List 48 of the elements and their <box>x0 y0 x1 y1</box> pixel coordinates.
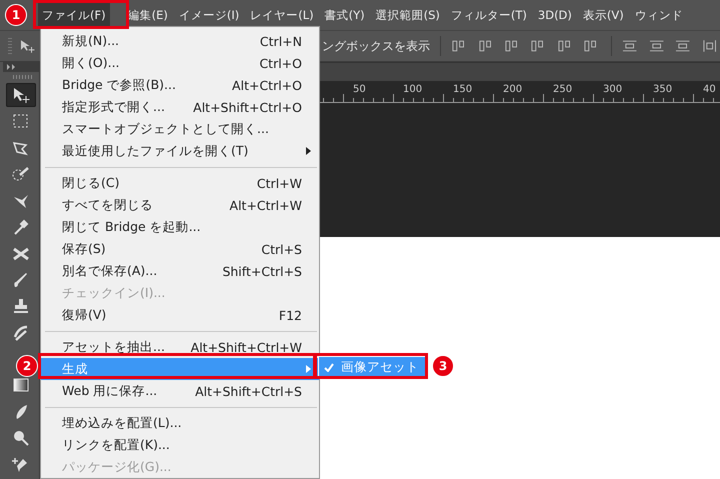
ruler-label: 350 <box>653 84 672 95</box>
menu-item[interactable]: 閉じて Bridge を起動... <box>41 216 319 238</box>
ruler-label: 300 <box>603 84 622 95</box>
menu-bar-item[interactable]: 3D(D) <box>534 3 576 27</box>
menu-bar-item[interactable]: イメージ(I) <box>174 2 244 28</box>
move-tool-button[interactable] <box>6 82 36 107</box>
menu-bar-item[interactable]: レイヤー(L) <box>246 2 318 28</box>
align-icon[interactable] <box>583 39 598 53</box>
menu-bar-item[interactable]: 書式(Y) <box>320 2 369 28</box>
menu-item[interactable]: 最近使用したファイルを開く(T) <box>41 140 319 162</box>
menu-item[interactable]: すべてを閉じる Alt+Ctrl+W <box>41 194 319 216</box>
menu-bar-item[interactable]: ファイル(F) <box>38 2 110 28</box>
ruler-label: 150 <box>453 84 472 95</box>
align-icon[interactable] <box>504 39 520 53</box>
menu-item[interactable]: Bridge で参照(B)... Alt+Ctrl+O <box>41 74 319 96</box>
ruler-label: 40 <box>703 84 716 95</box>
ruler-label: 100 <box>403 84 422 95</box>
menu-item[interactable]: 開く(O)... Ctrl+O <box>41 52 319 74</box>
menu-item[interactable]: 復帰(V) F12 <box>41 304 319 326</box>
menu-item[interactable]: 指定形式で開く... Alt+Shift+Ctrl+O <box>41 96 319 118</box>
menu-item[interactable]: 新規(N)... Ctrl+N <box>41 30 319 52</box>
grip-icon <box>8 37 12 55</box>
distribute-icon[interactable] <box>622 39 638 53</box>
distribute-icon[interactable] <box>702 39 718 53</box>
menu-bar-item[interactable]: 選択範囲(S) <box>372 2 444 28</box>
menu-item[interactable]: リンクを配置(K)... <box>41 434 319 456</box>
ruler-label: 50 <box>353 84 366 95</box>
distribute-icon[interactable] <box>675 39 691 53</box>
menu-item[interactable]: スマートオブジェクトとして開く... <box>41 118 319 140</box>
ruler-label: 200 <box>503 84 522 95</box>
menu-bar-item[interactable]: フィルター(T) <box>446 2 531 28</box>
menu-item[interactable]: アセットを抽出... Alt+Shift+Ctrl+W <box>41 336 319 358</box>
menu-item[interactable]: 別名で保存(A)... Shift+Ctrl+S <box>41 260 319 282</box>
ruler-label: 250 <box>553 84 572 95</box>
align-icon[interactable] <box>451 39 467 53</box>
grip-icon <box>10 74 32 79</box>
menu-bar-item[interactable]: 表示(V) <box>578 2 628 28</box>
align-icon[interactable] <box>530 39 546 53</box>
menu-item[interactable]: 保存(S) Ctrl+S <box>41 238 319 260</box>
menu-item[interactable]: 埋め込みを配置(L)... <box>41 412 319 434</box>
menu-item[interactable]: Web 用に保存... Alt+Shift+Ctrl+S <box>41 380 319 402</box>
align-icon[interactable] <box>556 39 572 53</box>
show-transform-controls-label[interactable]: ングボックスを表示 <box>322 38 430 54</box>
menu-bar-item[interactable]: ウィンド <box>630 2 687 28</box>
align-icon[interactable] <box>478 39 493 53</box>
move-tool-icon <box>20 39 36 53</box>
distribute-icon[interactable] <box>648 39 664 53</box>
menu-item[interactable]: 閉じる(C) Ctrl+W <box>41 172 319 194</box>
